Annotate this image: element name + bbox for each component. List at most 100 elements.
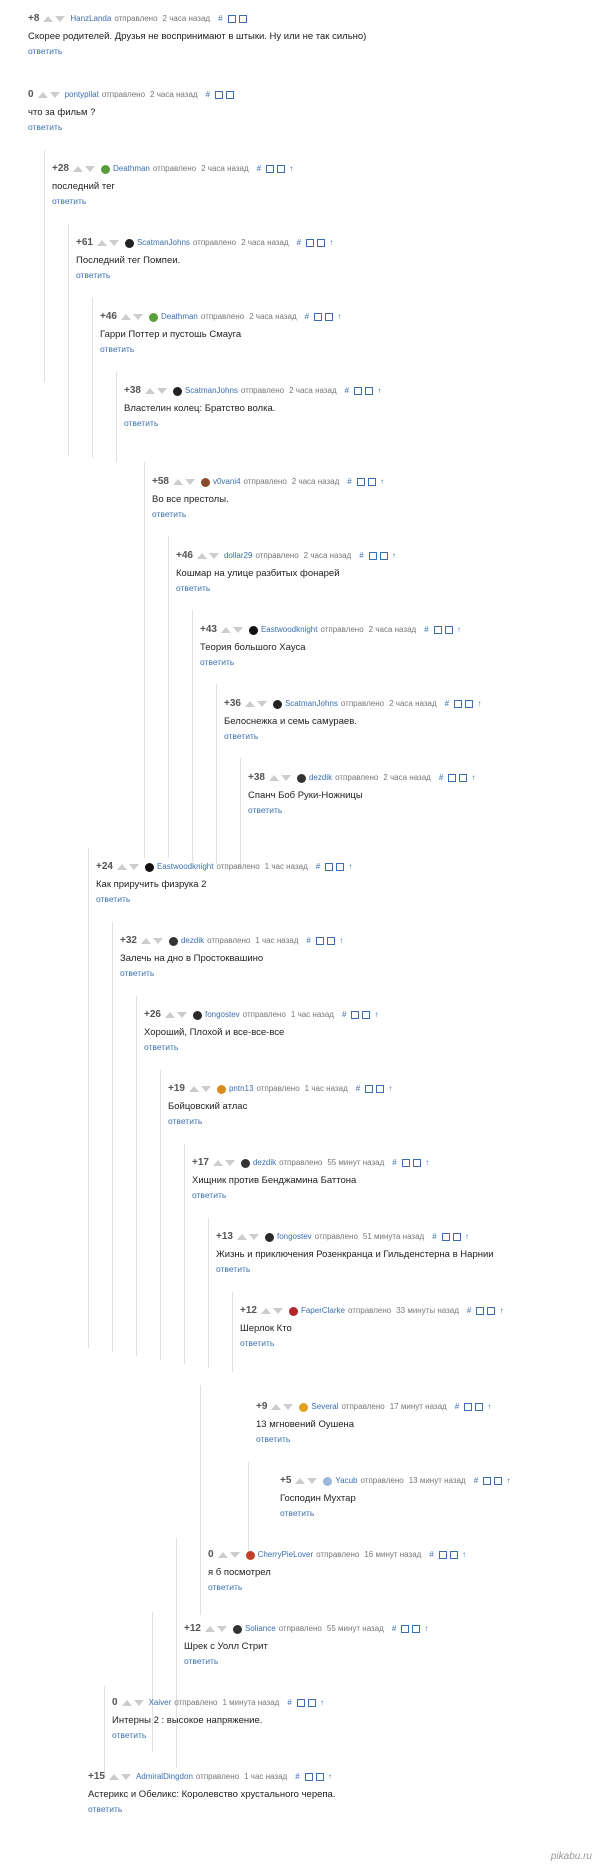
parent-arrow-icon[interactable]: ↑ — [453, 625, 463, 634]
downvote-icon[interactable] — [49, 92, 60, 98]
comment-author[interactable]: dezdik — [309, 771, 332, 785]
downvote-icon[interactable] — [272, 1308, 283, 1314]
save-icon[interactable] — [307, 1698, 316, 1707]
downvote-icon[interactable] — [84, 166, 95, 172]
collapse-icon[interactable] — [356, 477, 365, 486]
comment-author[interactable]: pntn13 — [229, 1082, 253, 1096]
collapse-icon[interactable] — [438, 1550, 447, 1559]
reply-link[interactable]: ответить — [152, 508, 386, 520]
reply-link[interactable]: ответить — [96, 893, 354, 905]
save-icon[interactable] — [379, 551, 388, 560]
save-icon[interactable] — [336, 862, 345, 871]
parent-arrow-icon[interactable]: ↑ — [344, 862, 354, 871]
collapse-icon[interactable] — [454, 699, 463, 708]
parent-arrow-icon[interactable]: ↑ — [325, 238, 335, 247]
parent-arrow-icon[interactable]: ↑ — [376, 477, 386, 486]
comment-author[interactable]: dollar29 — [224, 549, 252, 563]
collapse-icon[interactable] — [227, 14, 236, 23]
collapse-icon[interactable] — [266, 164, 275, 173]
upvote-icon[interactable] — [188, 1086, 199, 1092]
collapse-icon[interactable] — [296, 1698, 305, 1707]
collapse-icon[interactable] — [476, 1306, 485, 1315]
permalink-icon[interactable]: # — [295, 1772, 301, 1781]
upvote-icon[interactable] — [120, 314, 131, 320]
parent-arrow-icon[interactable]: ↑ — [473, 699, 483, 708]
reply-link[interactable]: ответить — [256, 1433, 493, 1445]
collapse-icon[interactable] — [448, 773, 457, 782]
reply-link[interactable]: ответить — [280, 1507, 512, 1519]
avatar[interactable] — [216, 1084, 226, 1094]
comment-author[interactable]: ScatmanJohns — [185, 384, 238, 398]
reply-link[interactable]: ответить — [144, 1041, 381, 1053]
upvote-icon[interactable] — [220, 627, 231, 633]
save-icon[interactable] — [315, 1772, 324, 1781]
avatar[interactable] — [148, 312, 158, 322]
permalink-icon[interactable]: # — [218, 14, 224, 23]
save-icon[interactable] — [465, 699, 474, 708]
comment-author[interactable]: Xaiver — [149, 1696, 172, 1710]
comment-author[interactable]: Several — [311, 1400, 338, 1414]
parent-arrow-icon[interactable]: ↑ — [467, 773, 477, 782]
upvote-icon[interactable] — [116, 864, 127, 870]
permalink-icon[interactable]: # — [439, 773, 445, 782]
permalink-icon[interactable]: # — [345, 386, 351, 395]
upvote-icon[interactable] — [144, 388, 155, 394]
parent-arrow-icon[interactable]: ↑ — [502, 1476, 512, 1485]
comment-author[interactable]: FaperClarke — [301, 1304, 345, 1318]
comment-author[interactable]: dezdik — [181, 934, 204, 948]
parent-arrow-icon[interactable]: ↑ — [388, 551, 398, 560]
comment-author[interactable]: Yacub — [335, 1474, 357, 1488]
permalink-icon[interactable]: # — [432, 1232, 438, 1241]
downvote-icon[interactable] — [208, 553, 219, 559]
reply-link[interactable]: ответить — [240, 1337, 506, 1349]
upvote-icon[interactable] — [268, 775, 279, 781]
permalink-icon[interactable]: # — [297, 238, 303, 247]
reply-link[interactable]: ответить — [28, 121, 234, 133]
reply-link[interactable]: ответить — [184, 1655, 431, 1667]
upvote-icon[interactable] — [204, 1626, 215, 1632]
permalink-icon[interactable]: # — [455, 1402, 461, 1411]
parent-arrow-icon[interactable]: ↑ — [370, 1010, 380, 1019]
save-icon[interactable] — [376, 1084, 385, 1093]
reply-link[interactable]: ответить — [120, 967, 345, 979]
collapse-icon[interactable] — [354, 386, 363, 395]
avatar[interactable] — [248, 625, 258, 635]
downvote-icon[interactable] — [184, 479, 195, 485]
upvote-icon[interactable] — [121, 1700, 132, 1706]
upvote-icon[interactable] — [295, 1478, 306, 1484]
comment-author[interactable]: ScatmanJohns — [285, 697, 338, 711]
downvote-icon[interactable] — [152, 938, 163, 944]
permalink-icon[interactable]: # — [347, 477, 353, 486]
save-icon[interactable] — [452, 1232, 461, 1241]
reply-link[interactable]: ответить — [52, 195, 295, 207]
reply-link[interactable]: ответить — [176, 582, 398, 594]
upvote-icon[interactable] — [72, 166, 83, 172]
parent-arrow-icon[interactable]: ↑ — [324, 1772, 334, 1781]
permalink-icon[interactable]: # — [206, 90, 212, 99]
downvote-icon[interactable] — [200, 1086, 211, 1092]
avatar[interactable] — [299, 1402, 309, 1412]
avatar[interactable] — [172, 386, 182, 396]
permalink-icon[interactable]: # — [356, 1084, 362, 1093]
avatar[interactable] — [168, 936, 178, 946]
upvote-icon[interactable] — [244, 701, 255, 707]
downvote-icon[interactable] — [280, 775, 291, 781]
collapse-icon[interactable] — [314, 312, 323, 321]
comment-author[interactable]: fongostev — [277, 1230, 312, 1244]
upvote-icon[interactable] — [96, 240, 107, 246]
reply-link[interactable]: ответить — [112, 1729, 326, 1741]
downvote-icon[interactable] — [120, 1774, 131, 1780]
parent-arrow-icon[interactable]: ↑ — [333, 312, 343, 321]
downvote-icon[interactable] — [108, 240, 119, 246]
save-icon[interactable] — [494, 1476, 503, 1485]
comment-author[interactable]: fongostev — [205, 1008, 240, 1022]
avatar[interactable] — [144, 862, 154, 872]
parent-arrow-icon[interactable]: ↑ — [421, 1158, 431, 1167]
save-icon[interactable] — [325, 312, 334, 321]
reply-link[interactable]: ответить — [208, 1581, 468, 1593]
upvote-icon[interactable] — [43, 16, 54, 22]
avatar[interactable] — [124, 238, 134, 248]
permalink-icon[interactable]: # — [316, 862, 322, 871]
avatar[interactable] — [200, 477, 210, 487]
comment-author[interactable]: Deathman — [113, 162, 150, 176]
